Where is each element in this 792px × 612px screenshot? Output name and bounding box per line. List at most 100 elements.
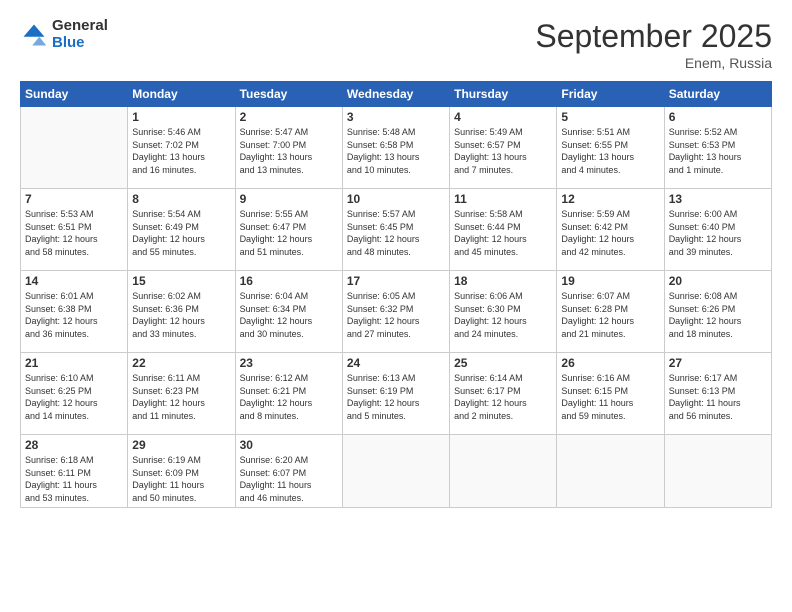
day-number: 23 bbox=[240, 356, 338, 370]
day-number: 16 bbox=[240, 274, 338, 288]
day-number: 7 bbox=[25, 192, 123, 206]
day-cell: 3 Sunrise: 5:48 AM Sunset: 6:58 PM Daylig… bbox=[342, 107, 449, 189]
day-info: Sunrise: 5:59 AM Sunset: 6:42 PM Dayligh… bbox=[561, 208, 659, 258]
day-info: Sunrise: 5:48 AM Sunset: 6:58 PM Dayligh… bbox=[347, 126, 445, 176]
day-cell bbox=[342, 435, 449, 508]
day-info: Sunrise: 5:54 AM Sunset: 6:49 PM Dayligh… bbox=[132, 208, 230, 258]
day-number: 12 bbox=[561, 192, 659, 206]
day-number: 3 bbox=[347, 110, 445, 124]
day-number: 20 bbox=[669, 274, 767, 288]
day-info: Sunrise: 6:10 AM Sunset: 6:25 PM Dayligh… bbox=[25, 372, 123, 422]
day-info: Sunrise: 6:00 AM Sunset: 6:40 PM Dayligh… bbox=[669, 208, 767, 258]
day-cell: 13 Sunrise: 6:00 AM Sunset: 6:40 PM Dayli… bbox=[664, 189, 771, 271]
day-cell: 24 Sunrise: 6:13 AM Sunset: 6:19 PM Dayli… bbox=[342, 353, 449, 435]
day-cell: 21 Sunrise: 6:10 AM Sunset: 6:25 PM Dayli… bbox=[21, 353, 128, 435]
day-info: Sunrise: 6:13 AM Sunset: 6:19 PM Dayligh… bbox=[347, 372, 445, 422]
day-info: Sunrise: 6:20 AM Sunset: 6:07 PM Dayligh… bbox=[240, 454, 338, 504]
day-number: 19 bbox=[561, 274, 659, 288]
day-info: Sunrise: 5:52 AM Sunset: 6:53 PM Dayligh… bbox=[669, 126, 767, 176]
day-cell: 18 Sunrise: 6:06 AM Sunset: 6:30 PM Dayli… bbox=[450, 271, 557, 353]
day-cell bbox=[21, 107, 128, 189]
day-info: Sunrise: 5:57 AM Sunset: 6:45 PM Dayligh… bbox=[347, 208, 445, 258]
day-number: 27 bbox=[669, 356, 767, 370]
logo-blue: Blue bbox=[52, 35, 108, 52]
day-number: 30 bbox=[240, 438, 338, 452]
day-cell: 20Sunrise: 6:08 AM Sunset: 6:26 PM Dayli… bbox=[664, 271, 771, 353]
day-number: 18 bbox=[454, 274, 552, 288]
day-cell: 14 Sunrise: 6:01 AM Sunset: 6:38 PM Dayli… bbox=[21, 271, 128, 353]
day-info: Sunrise: 6:01 AM Sunset: 6:38 PM Dayligh… bbox=[25, 290, 123, 340]
day-cell: 8 Sunrise: 5:54 AM Sunset: 6:49 PM Daylig… bbox=[128, 189, 235, 271]
week-row-3: 14 Sunrise: 6:01 AM Sunset: 6:38 PM Dayli… bbox=[21, 271, 772, 353]
col-header-wednesday: Wednesday bbox=[342, 82, 449, 107]
location: Enem, Russia bbox=[535, 55, 772, 71]
day-info: Sunrise: 6:14 AM Sunset: 6:17 PM Dayligh… bbox=[454, 372, 552, 422]
day-cell bbox=[450, 435, 557, 508]
day-cell: 26 Sunrise: 6:16 AM Sunset: 6:15 PM Dayli… bbox=[557, 353, 664, 435]
week-row-2: 7 Sunrise: 5:53 AM Sunset: 6:51 PM Daylig… bbox=[21, 189, 772, 271]
day-info: Sunrise: 6:11 AM Sunset: 6:23 PM Dayligh… bbox=[132, 372, 230, 422]
day-number: 28 bbox=[25, 438, 123, 452]
day-info: Sunrise: 6:02 AM Sunset: 6:36 PM Dayligh… bbox=[132, 290, 230, 340]
day-number: 4 bbox=[454, 110, 552, 124]
header-row: SundayMondayTuesdayWednesdayThursdayFrid… bbox=[21, 82, 772, 107]
logo-general: General bbox=[52, 18, 108, 35]
day-info: Sunrise: 6:16 AM Sunset: 6:15 PM Dayligh… bbox=[561, 372, 659, 422]
day-info: Sunrise: 6:07 AM Sunset: 6:28 PM Dayligh… bbox=[561, 290, 659, 340]
day-number: 26 bbox=[561, 356, 659, 370]
day-cell: 29Sunrise: 6:19 AM Sunset: 6:09 PM Dayli… bbox=[128, 435, 235, 508]
day-info: Sunrise: 5:51 AM Sunset: 6:55 PM Dayligh… bbox=[561, 126, 659, 176]
day-cell: 1 Sunrise: 5:46 AM Sunset: 7:02 PM Daylig… bbox=[128, 107, 235, 189]
calendar-table: SundayMondayTuesdayWednesdayThursdayFrid… bbox=[20, 81, 772, 508]
day-number: 9 bbox=[240, 192, 338, 206]
day-cell: 10 Sunrise: 5:57 AM Sunset: 6:45 PM Dayli… bbox=[342, 189, 449, 271]
day-cell bbox=[664, 435, 771, 508]
day-number: 17 bbox=[347, 274, 445, 288]
day-number: 14 bbox=[25, 274, 123, 288]
day-number: 29 bbox=[132, 438, 230, 452]
day-cell: 28 Sunrise: 6:18 AM Sunset: 6:11 PM Dayli… bbox=[21, 435, 128, 508]
logo-text: General Blue bbox=[52, 18, 108, 51]
day-cell: 30 Sunrise: 6:20 AM Sunset: 6:07 PM Dayli… bbox=[235, 435, 342, 508]
col-header-sunday: Sunday bbox=[21, 82, 128, 107]
day-cell: 22Sunrise: 6:11 AM Sunset: 6:23 PM Dayli… bbox=[128, 353, 235, 435]
day-number: 13 bbox=[669, 192, 767, 206]
day-cell: 9 Sunrise: 5:55 AM Sunset: 6:47 PM Daylig… bbox=[235, 189, 342, 271]
day-cell: 5Sunrise: 5:51 AM Sunset: 6:55 PM Daylig… bbox=[557, 107, 664, 189]
day-cell: 7 Sunrise: 5:53 AM Sunset: 6:51 PM Daylig… bbox=[21, 189, 128, 271]
day-cell: 4 Sunrise: 5:49 AM Sunset: 6:57 PM Daylig… bbox=[450, 107, 557, 189]
week-row-1: 1 Sunrise: 5:46 AM Sunset: 7:02 PM Daylig… bbox=[21, 107, 772, 189]
day-number: 8 bbox=[132, 192, 230, 206]
day-cell: 6 Sunrise: 5:52 AM Sunset: 6:53 PM Daylig… bbox=[664, 107, 771, 189]
day-info: Sunrise: 5:49 AM Sunset: 6:57 PM Dayligh… bbox=[454, 126, 552, 176]
day-cell: 12 Sunrise: 5:59 AM Sunset: 6:42 PM Dayli… bbox=[557, 189, 664, 271]
day-number: 25 bbox=[454, 356, 552, 370]
title-block: September 2025 Enem, Russia bbox=[535, 18, 772, 71]
col-header-tuesday: Tuesday bbox=[235, 82, 342, 107]
month-title: September 2025 bbox=[535, 18, 772, 55]
day-cell: 27Sunrise: 6:17 AM Sunset: 6:13 PM Dayli… bbox=[664, 353, 771, 435]
day-number: 24 bbox=[347, 356, 445, 370]
day-number: 6 bbox=[669, 110, 767, 124]
day-number: 11 bbox=[454, 192, 552, 206]
day-cell bbox=[557, 435, 664, 508]
day-info: Sunrise: 5:46 AM Sunset: 7:02 PM Dayligh… bbox=[132, 126, 230, 176]
day-cell: 2Sunrise: 5:47 AM Sunset: 7:00 PM Daylig… bbox=[235, 107, 342, 189]
day-number: 1 bbox=[132, 110, 230, 124]
day-number: 21 bbox=[25, 356, 123, 370]
day-info: Sunrise: 6:04 AM Sunset: 6:34 PM Dayligh… bbox=[240, 290, 338, 340]
day-info: Sunrise: 6:12 AM Sunset: 6:21 PM Dayligh… bbox=[240, 372, 338, 422]
day-cell: 15Sunrise: 6:02 AM Sunset: 6:36 PM Dayli… bbox=[128, 271, 235, 353]
logo-icon bbox=[20, 21, 48, 49]
day-cell: 19 Sunrise: 6:07 AM Sunset: 6:28 PM Dayli… bbox=[557, 271, 664, 353]
day-info: Sunrise: 5:53 AM Sunset: 6:51 PM Dayligh… bbox=[25, 208, 123, 258]
day-info: Sunrise: 5:55 AM Sunset: 6:47 PM Dayligh… bbox=[240, 208, 338, 258]
day-number: 10 bbox=[347, 192, 445, 206]
day-info: Sunrise: 6:06 AM Sunset: 6:30 PM Dayligh… bbox=[454, 290, 552, 340]
col-header-thursday: Thursday bbox=[450, 82, 557, 107]
day-info: Sunrise: 6:18 AM Sunset: 6:11 PM Dayligh… bbox=[25, 454, 123, 504]
day-cell: 16 Sunrise: 6:04 AM Sunset: 6:34 PM Dayli… bbox=[235, 271, 342, 353]
header: General Blue September 2025 Enem, Russia bbox=[20, 18, 772, 71]
week-row-4: 21 Sunrise: 6:10 AM Sunset: 6:25 PM Dayli… bbox=[21, 353, 772, 435]
day-cell: 23 Sunrise: 6:12 AM Sunset: 6:21 PM Dayli… bbox=[235, 353, 342, 435]
